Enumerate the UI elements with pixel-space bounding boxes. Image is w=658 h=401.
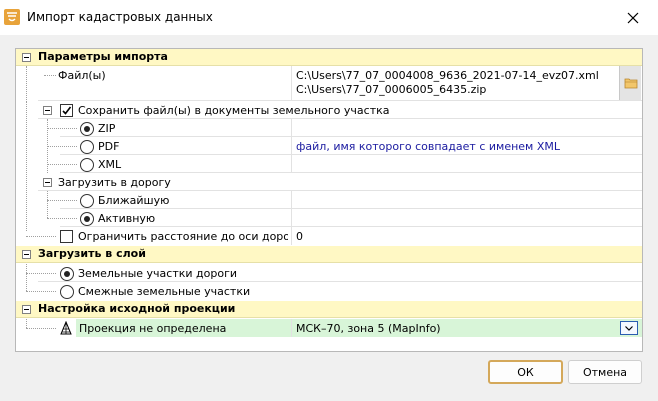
collapse-save-icon[interactable]: [43, 106, 52, 115]
format-pdf-row: PDF файл, имя которого совпадает с имене…: [16, 137, 642, 155]
pdf-value[interactable]: файл, имя которого совпадает с именем XM…: [296, 140, 560, 153]
road-nearest-row: Ближайшую: [16, 191, 642, 218]
limit-distance-value[interactable]: 0: [296, 230, 303, 243]
limit-distance-checkbox[interactable]: [60, 230, 73, 243]
projection-icon: [59, 320, 73, 338]
app-icon: [4, 9, 20, 25]
category-label: Настройка исходной проекции: [38, 302, 236, 315]
save-files-label: Сохранить файл(ы) в документы земельного…: [78, 104, 390, 117]
format-xml-label: XML: [98, 158, 122, 171]
collapse-icon[interactable]: [22, 250, 31, 259]
layer-adjacent-parcels-row: Смежные земельные участки: [16, 282, 642, 300]
title-bar: Импорт кадастровых данных: [0, 0, 658, 35]
window-title: Импорт кадастровых данных: [27, 10, 213, 24]
limit-distance-label: Ограничить расстояние до оси дороги, м: [78, 230, 288, 243]
ok-button[interactable]: ОК: [488, 360, 563, 384]
category-projection[interactable]: Настройка исходной проекции: [16, 301, 642, 318]
layer-road-parcels-radio[interactable]: [60, 267, 74, 281]
files-row: Файл(ы) C:\Users\77_07_0004008_9636_2021…: [16, 66, 642, 101]
chevron-down-icon: [625, 325, 633, 331]
cancel-button[interactable]: Отмена: [568, 360, 642, 384]
road-active-row: Активную: [16, 209, 642, 227]
category-import-params[interactable]: Параметры импорта: [16, 49, 642, 66]
layer-adjacent-parcels-radio[interactable]: [60, 285, 74, 299]
close-button[interactable]: [616, 0, 650, 35]
check-icon: [62, 106, 72, 115]
load-road-label: Загрузить в дорогу: [58, 176, 171, 189]
property-grid: Параметры импорта Файл(ы) C:\Users\77_07…: [15, 48, 643, 352]
projection-label: Проекция не определена: [79, 322, 227, 335]
load-road-row: Загрузить в дорогу: [16, 173, 642, 191]
category-load-layer[interactable]: Загрузить в слой: [16, 246, 642, 263]
format-zip-label: ZIP: [98, 122, 116, 135]
file-path-2: C:\Users\77_07_0006005_6435.zip: [296, 83, 487, 96]
limit-distance-row: Ограничить расстояние до оси дороги, м 0: [16, 227, 642, 245]
projection-row[interactable]: Проекция не определена МСК–70, зона 5 (M…: [76, 319, 642, 337]
category-label: Загрузить в слой: [38, 247, 146, 260]
layer-adjacent-parcels-label: Смежные земельные участки: [78, 285, 251, 298]
close-icon: [627, 12, 639, 23]
folder-icon: [624, 78, 637, 89]
file-path-1: C:\Users\77_07_0004008_9636_2021-07-14_e…: [296, 69, 599, 82]
layer-road-parcels-row: Земельные участки дороги: [16, 264, 642, 291]
layer-road-parcels-label: Земельные участки дороги: [78, 267, 238, 280]
road-active-radio[interactable]: [80, 212, 94, 226]
format-pdf-radio[interactable]: [80, 140, 94, 154]
road-nearest-label: Ближайшую: [98, 194, 170, 207]
save-files-row: Сохранить файл(ы) в документы земельного…: [16, 101, 642, 231]
format-xml-radio[interactable]: [80, 158, 94, 172]
browse-files-button[interactable]: [619, 66, 641, 100]
road-active-label: Активную: [98, 212, 156, 225]
format-zip-radio[interactable]: [80, 122, 94, 136]
save-files-checkbox[interactable]: [60, 104, 73, 117]
road-nearest-radio[interactable]: [80, 194, 94, 208]
collapse-icon[interactable]: [22, 305, 31, 314]
category-label: Параметры импорта: [38, 50, 168, 63]
collapse-road-icon[interactable]: [43, 178, 52, 187]
files-label: Файл(ы): [58, 69, 106, 82]
projection-dropdown-button[interactable]: [620, 321, 638, 335]
format-xml-row: XML: [16, 155, 642, 173]
projection-value: МСК–70, зона 5 (MapInfo): [296, 322, 441, 335]
format-pdf-label: PDF: [98, 140, 120, 153]
collapse-icon[interactable]: [22, 53, 31, 62]
format-zip-row: ZIP: [16, 119, 642, 173]
